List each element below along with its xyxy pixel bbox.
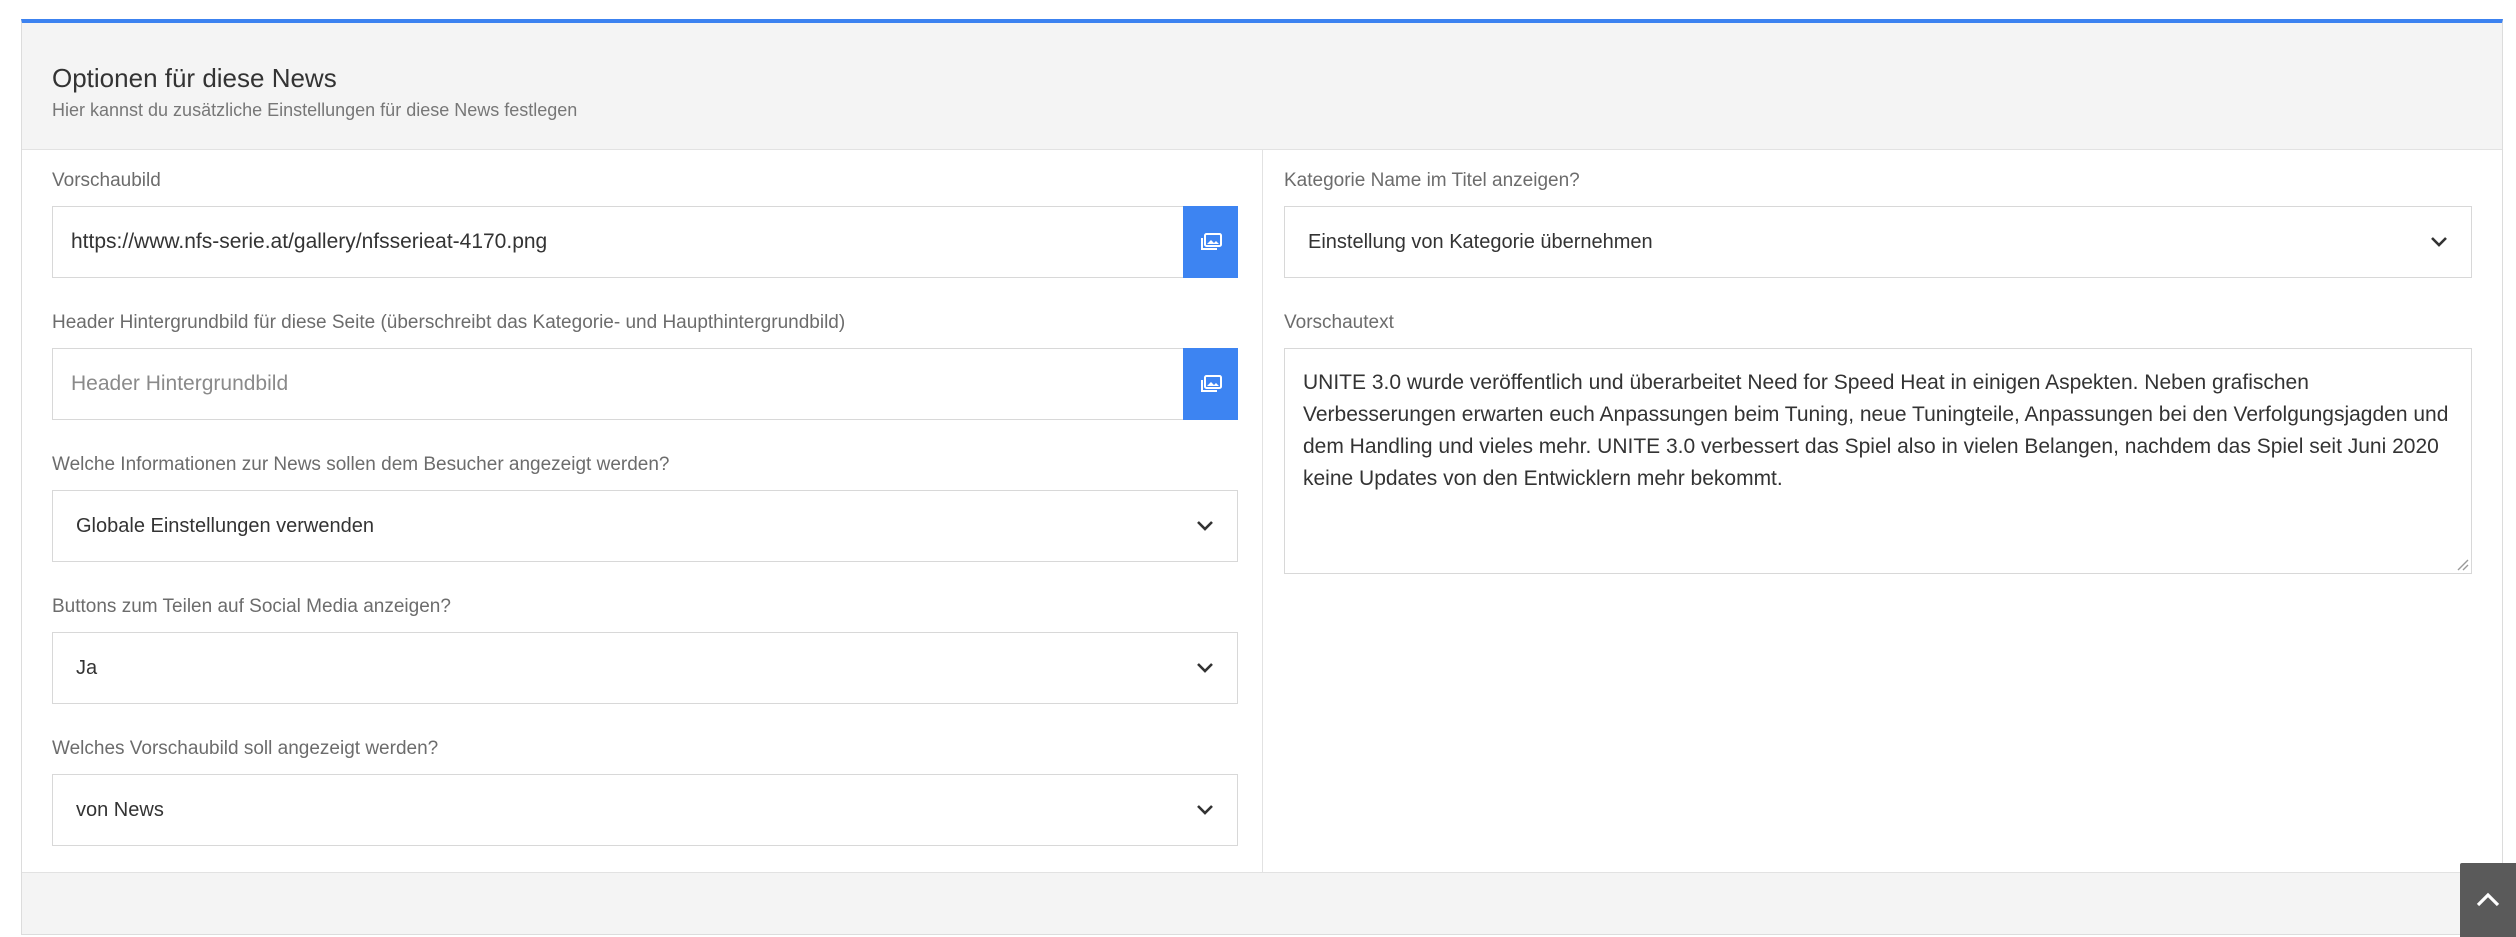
chevron-down-icon bbox=[2429, 232, 2449, 252]
preview-text-textarea[interactable]: UNITE 3.0 wurde veröffentlich und überar… bbox=[1284, 348, 2472, 574]
preview-text-label: Vorschautext bbox=[1284, 312, 1394, 333]
social-buttons-select[interactable]: Ja bbox=[52, 632, 1238, 704]
thumbnail-input-group bbox=[52, 206, 1238, 278]
panel-subtitle: Hier kannst du zusätzliche Einstellungen… bbox=[52, 100, 578, 120]
header-bg-input-group bbox=[52, 348, 1238, 420]
chevron-down-icon bbox=[1195, 516, 1215, 536]
column-divider bbox=[1262, 150, 1263, 872]
image-icon bbox=[1200, 233, 1222, 250]
header-bg-label: Header Hintergrundbild für diese Seite (… bbox=[52, 312, 846, 333]
chevron-down-icon bbox=[1195, 658, 1215, 678]
image-icon bbox=[1200, 375, 1222, 392]
social-buttons-value: Ja bbox=[76, 656, 98, 679]
header-bg-browse-button[interactable] bbox=[1183, 348, 1238, 420]
thumbnail-label: Vorschaubild bbox=[52, 170, 161, 191]
resize-grip-icon[interactable] bbox=[2455, 557, 2469, 571]
header-bg-input[interactable] bbox=[52, 348, 1183, 420]
info-display-value: Globale Einstellungen verwenden bbox=[76, 514, 374, 537]
category-in-title-label: Kategorie Name im Titel anzeigen? bbox=[1284, 170, 1580, 191]
options-panel: Optionen für diese News Hier kannst du z… bbox=[21, 19, 2503, 935]
preview-image-source-label: Welches Vorschaubild soll angezeigt werd… bbox=[52, 738, 439, 759]
preview-image-source-value: von News bbox=[76, 798, 164, 821]
thumbnail-browse-button[interactable] bbox=[1183, 206, 1238, 278]
panel-body: Vorschaubild Header Hintergrundbild für … bbox=[22, 150, 2502, 873]
social-buttons-label: Buttons zum Teilen auf Social Media anze… bbox=[52, 596, 451, 617]
preview-image-source-select[interactable]: von News bbox=[52, 774, 1238, 846]
panel-title: Optionen für diese News bbox=[52, 63, 337, 93]
info-display-select[interactable]: Globale Einstellungen verwenden bbox=[52, 490, 1238, 562]
thumbnail-url-input[interactable] bbox=[52, 206, 1183, 278]
chevron-up-icon bbox=[2476, 892, 2500, 907]
category-in-title-value: Einstellung von Kategorie übernehmen bbox=[1308, 230, 1653, 253]
chevron-down-icon bbox=[1195, 800, 1215, 820]
scroll-to-top-button[interactable] bbox=[2460, 863, 2516, 937]
info-display-label: Welche Informationen zur News sollen dem… bbox=[52, 454, 670, 475]
panel-header: Optionen für diese News Hier kannst du z… bbox=[22, 23, 2502, 150]
category-in-title-select[interactable]: Einstellung von Kategorie übernehmen bbox=[1284, 206, 2472, 278]
